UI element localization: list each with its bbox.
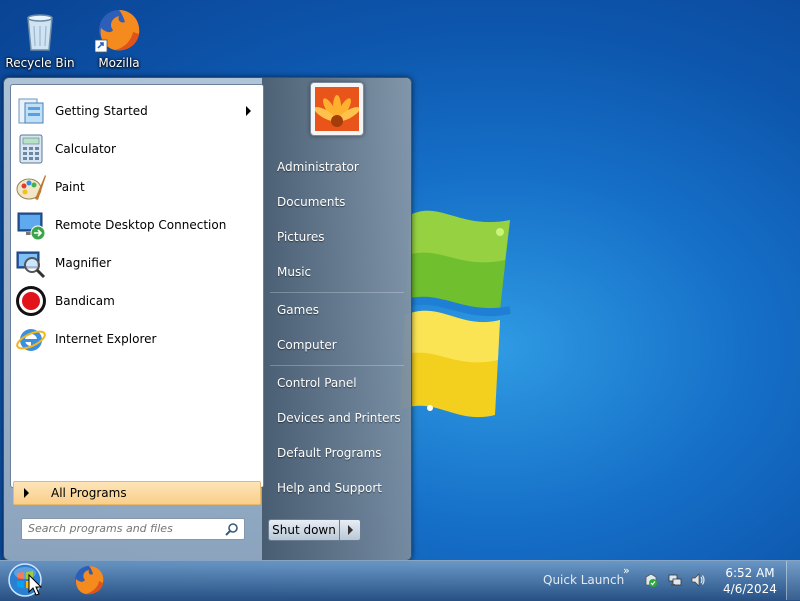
- start-item-label: Administrator: [277, 160, 359, 174]
- start-item-label: Music: [277, 265, 312, 279]
- flower-icon: [315, 87, 359, 131]
- program-remote-desktop[interactable]: Remote Desktop Connection: [15, 207, 259, 243]
- start-item-default-programs[interactable]: Default Programs: [270, 437, 411, 469]
- mouse-cursor-icon: [28, 574, 42, 596]
- start-item-label: Computer: [277, 338, 337, 352]
- all-programs-label: All Programs: [51, 486, 127, 500]
- start-item-devices-and-printers[interactable]: Devices and Printers: [270, 402, 411, 434]
- taskbar-firefox-button[interactable]: [72, 563, 106, 597]
- program-bandicam[interactable]: Bandicam: [15, 283, 259, 319]
- taskbar-clock[interactable]: 6:52 AM 4/6/2024: [723, 565, 777, 597]
- quick-launch-overflow-icon[interactable]: »: [623, 564, 630, 577]
- program-label: Calculator: [55, 142, 116, 156]
- remote-desktop-icon: [17, 212, 46, 241]
- paint-icon: [16, 175, 46, 200]
- program-label: Getting Started: [55, 104, 148, 118]
- start-menu: Administrator Documents Pictures Music G…: [3, 77, 412, 561]
- start-item-control-panel[interactable]: Control Panel: [270, 367, 411, 399]
- program-label: Bandicam: [55, 294, 115, 308]
- start-item-pictures[interactable]: Pictures: [270, 221, 411, 253]
- recycle-bin-icon: [27, 14, 53, 51]
- start-item-label: Devices and Printers: [277, 411, 401, 425]
- quick-launch-toolbar[interactable]: Quick Launch: [543, 573, 624, 587]
- program-calculator[interactable]: Calculator: [15, 131, 259, 167]
- magnifier-icon: [16, 251, 46, 279]
- user-avatar[interactable]: [310, 82, 364, 136]
- chevron-right-icon: [348, 525, 353, 535]
- chevron-right-icon: [24, 488, 29, 498]
- volume-icon[interactable]: [690, 572, 706, 588]
- calculator-icon: [19, 134, 43, 164]
- start-item-games[interactable]: Games: [270, 294, 411, 326]
- program-internet-explorer[interactable]: Internet Explorer: [15, 321, 259, 357]
- bandicam-icon: [16, 286, 46, 316]
- show-desktop-button[interactable]: [786, 561, 800, 600]
- shutdown-control: Shut down: [268, 519, 361, 541]
- submenu-arrow-icon: [246, 106, 251, 116]
- search-box: [21, 518, 245, 540]
- start-item-administrator[interactable]: Administrator: [270, 151, 411, 183]
- start-item-music[interactable]: Music: [270, 256, 411, 288]
- program-label: Remote Desktop Connection: [55, 218, 227, 232]
- divider: [270, 365, 404, 366]
- start-item-documents[interactable]: Documents: [270, 186, 411, 218]
- desktop-icon-label: Mozilla: [98, 56, 140, 70]
- program-magnifier[interactable]: Magnifier: [15, 245, 259, 281]
- start-menu-right-pane: Administrator Documents Pictures Music G…: [262, 78, 411, 560]
- clock-time: 6:52 AM: [725, 566, 775, 580]
- action-center-icon[interactable]: [643, 572, 659, 588]
- all-programs-button[interactable]: All Programs: [13, 481, 261, 505]
- windows-logo-wallpaper: [400, 210, 511, 418]
- internet-explorer-icon: [16, 329, 46, 351]
- start-item-help-and-support[interactable]: Help and Support: [270, 472, 411, 504]
- desktop-icon-recycle-bin[interactable]: Recycle Bin: [4, 6, 76, 70]
- divider: [270, 292, 404, 293]
- getting-started-icon: [18, 98, 44, 124]
- start-item-label: Games: [277, 303, 319, 317]
- program-label: Paint: [55, 180, 85, 194]
- program-label: Internet Explorer: [55, 332, 157, 346]
- network-icon[interactable]: [667, 572, 683, 588]
- desktop-icon-label: Recycle Bin: [5, 56, 75, 70]
- start-item-label: Pictures: [277, 230, 325, 244]
- program-getting-started[interactable]: Getting Started: [15, 93, 259, 129]
- firefox-icon: [95, 10, 140, 53]
- start-item-label: Help and Support: [277, 481, 382, 495]
- start-item-computer[interactable]: Computer: [270, 329, 411, 361]
- start-item-label: Default Programs: [277, 446, 382, 460]
- shutdown-options-button[interactable]: [340, 519, 361, 541]
- start-item-label: Documents: [277, 195, 346, 209]
- shutdown-button[interactable]: Shut down: [268, 519, 340, 541]
- start-item-label: Control Panel: [277, 376, 357, 390]
- desktop-icon-mozilla[interactable]: Mozilla: [83, 6, 155, 70]
- program-paint[interactable]: Paint: [15, 169, 259, 205]
- program-label: Magnifier: [55, 256, 112, 270]
- search-input[interactable]: [22, 519, 224, 537]
- clock-date: 4/6/2024: [723, 582, 777, 596]
- start-menu-programs-pane: Getting Started Calculator Paint Remote …: [10, 84, 264, 488]
- search-icon[interactable]: [225, 522, 239, 536]
